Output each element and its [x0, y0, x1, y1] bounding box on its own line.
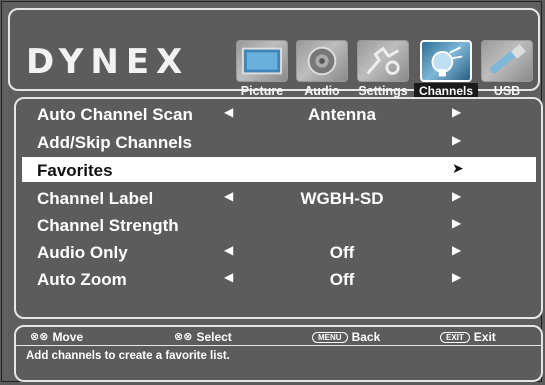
hint-back: MENU Back	[312, 330, 380, 344]
menu-item-value: Off	[329, 270, 355, 289]
hint-move: ⊗⊗ Move	[30, 330, 83, 344]
menu-item-label: Auto Channel Scan	[37, 105, 193, 124]
menu-item-channel-strength[interactable]: Channel Strength ▶	[22, 212, 536, 237]
menu-item-value: Off	[329, 243, 355, 262]
tab-audio[interactable]: Audio	[294, 40, 350, 98]
picture-icon	[236, 40, 288, 82]
usb-icon	[481, 40, 533, 82]
menu-item-value: WGBH-SD	[300, 189, 384, 208]
menu-item-value: Antenna	[308, 105, 376, 124]
dynex-logo: DYNEX	[26, 42, 190, 82]
hint-select-label: Select	[196, 330, 232, 344]
right-arrow-icon[interactable]: ▶	[452, 189, 461, 203]
hint-select: ⊗⊗ Select	[174, 330, 232, 344]
up-down-icon: ⊗⊗	[30, 331, 49, 343]
tab-usb[interactable]: USB	[479, 40, 535, 98]
hint-exit-label: Exit	[473, 330, 496, 344]
right-arrow-icon[interactable]: ▶	[452, 243, 461, 257]
left-arrow-icon[interactable]: ◀	[224, 105, 233, 119]
tab-picture-label: Picture	[240, 84, 284, 98]
menu-item-label: Add/Skip Channels	[37, 133, 192, 152]
hint-back-label: Back	[351, 330, 381, 344]
menu-item-label: Audio Only	[37, 243, 128, 262]
right-arrow-icon[interactable]: ➤	[452, 160, 464, 177]
left-right-icon: ⊗⊗	[174, 331, 193, 343]
hint-exit: EXIT Exit	[440, 330, 496, 344]
help-divider	[16, 345, 541, 346]
hint-move-label: Move	[52, 330, 84, 344]
right-arrow-icon[interactable]: ▶	[452, 105, 461, 119]
exit-key-icon: EXIT	[440, 332, 470, 343]
help-description: Add channels to create a favorite list.	[26, 350, 230, 362]
menu-item-label: Favorites	[37, 161, 113, 180]
key-hints: ⊗⊗ Move ⊗⊗ Select MENU Back EXIT Exit	[14, 327, 543, 345]
top-menu-bar: DYNEX Picture Audio Settings Channels US…	[8, 8, 540, 99]
menu-item-auto-channel-scan[interactable]: Auto Channel Scan ◀ Antenna ▶	[22, 101, 536, 126]
menu-item-auto-zoom[interactable]: Auto Zoom ◀ Off ▶	[22, 266, 536, 291]
menu-item-audio-only[interactable]: Audio Only ◀ Off ▶	[22, 239, 536, 264]
tab-settings[interactable]: Settings	[355, 40, 411, 98]
tab-settings-label: Settings	[358, 84, 408, 98]
audio-icon	[296, 40, 348, 82]
tab-audio-label: Audio	[304, 84, 340, 98]
menu-key-icon: MENU	[312, 332, 348, 343]
menu-item-favorites[interactable]: Favorites ➤	[22, 157, 536, 182]
menu-item-label: Channel Strength	[37, 216, 179, 235]
tab-channels[interactable]: Channels	[414, 40, 478, 99]
left-arrow-icon[interactable]: ◀	[224, 270, 233, 284]
settings-icon	[357, 40, 409, 82]
channels-icon	[420, 40, 472, 82]
right-arrow-icon[interactable]: ▶	[452, 270, 461, 284]
tab-picture[interactable]: Picture	[234, 40, 290, 98]
left-arrow-icon[interactable]: ◀	[224, 243, 233, 257]
left-arrow-icon[interactable]: ◀	[224, 189, 233, 203]
tab-usb-label: USB	[493, 84, 521, 98]
right-arrow-icon[interactable]: ▶	[452, 216, 461, 230]
menu-item-channel-label[interactable]: Channel Label ◀ WGBH-SD ▶	[22, 185, 536, 210]
menu-item-label: Channel Label	[37, 189, 154, 208]
right-arrow-icon[interactable]: ▶	[452, 133, 461, 147]
menu-item-label: Auto Zoom	[37, 270, 127, 289]
menu-item-add-skip-channels[interactable]: Add/Skip Channels ▶	[22, 129, 536, 154]
